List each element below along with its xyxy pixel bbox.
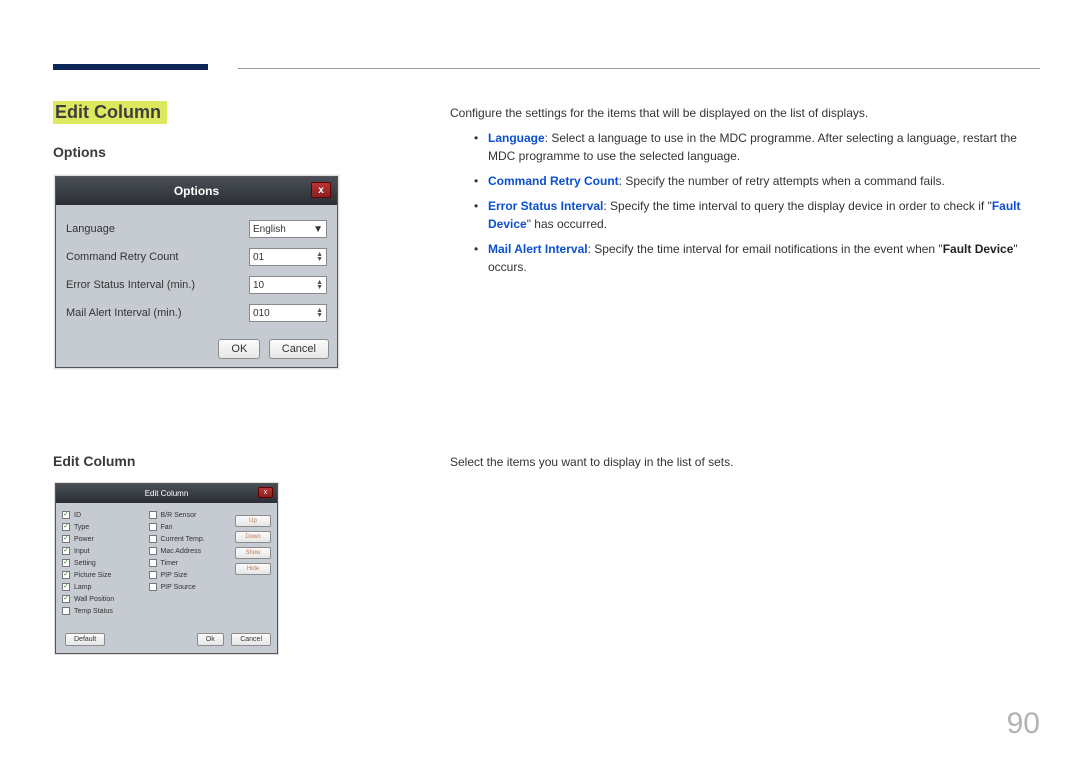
retry-count-value: 01 bbox=[253, 252, 264, 263]
item-label: Current Temp. bbox=[161, 536, 205, 543]
cancel-button[interactable]: Cancel bbox=[269, 339, 329, 359]
item-label: PIP Size bbox=[161, 572, 188, 579]
item-label: Type bbox=[74, 524, 89, 531]
desc-error-a: : Specify the time interval to query the… bbox=[603, 199, 991, 213]
fault-device-term: Fault Device bbox=[943, 242, 1014, 256]
term-mail-interval: Mail Alert Interval bbox=[488, 242, 588, 256]
desc-language: : Select a language to use in the MDC pr… bbox=[488, 131, 1017, 163]
mail-interval-value: 010 bbox=[253, 308, 270, 319]
item-label: PIP Source bbox=[161, 584, 196, 591]
bullet-language: Language: Select a language to use in th… bbox=[474, 129, 1040, 165]
term-language: Language bbox=[488, 131, 545, 145]
chevron-down-icon: ▼ bbox=[313, 224, 323, 235]
term-retry: Command Retry Count bbox=[488, 174, 619, 188]
item-label: Wall Position bbox=[74, 596, 114, 603]
section-accent-bar bbox=[53, 64, 208, 70]
language-dropdown[interactable]: English ▼ bbox=[249, 220, 327, 238]
close-icon[interactable]: x bbox=[258, 487, 273, 498]
intro-text: Configure the settings for the items tha… bbox=[450, 104, 1040, 122]
bullet-error-interval: Error Status Interval: Specify the time … bbox=[474, 197, 1040, 233]
item-label: Picture Size bbox=[74, 572, 111, 579]
item-label: Power bbox=[74, 536, 94, 543]
spinner-icon: ▲▼ bbox=[316, 252, 323, 262]
checkbox-fan[interactable] bbox=[149, 523, 157, 531]
checkbox-input[interactable] bbox=[62, 547, 70, 555]
spinner-icon: ▲▼ bbox=[316, 280, 323, 290]
options-title-label: Options bbox=[174, 184, 219, 198]
desc-error-b: " has occurred. bbox=[527, 217, 607, 231]
bullet-mail-interval: Mail Alert Interval: Specify the time in… bbox=[474, 240, 1040, 276]
checkbox-wall-position[interactable] bbox=[62, 595, 70, 603]
item-label: Fan bbox=[161, 524, 173, 531]
term-error-interval: Error Status Interval bbox=[488, 199, 603, 213]
close-icon[interactable]: x bbox=[311, 182, 331, 198]
item-label: B/R Sensor bbox=[161, 512, 197, 519]
down-button[interactable]: Down bbox=[235, 531, 271, 543]
item-label: Setting bbox=[74, 560, 96, 567]
item-label: ID bbox=[74, 512, 81, 519]
default-button[interactable]: Default bbox=[65, 633, 105, 646]
item-label: Timer bbox=[161, 560, 179, 567]
desc-retry: : Specify the number of retry attempts w… bbox=[619, 174, 945, 188]
error-interval-value: 10 bbox=[253, 280, 264, 291]
checkbox-column-2: B/R Sensor Fan Current Temp. Mac Address… bbox=[149, 509, 236, 617]
hide-button[interactable]: Hide bbox=[235, 563, 271, 575]
bullet-retry: Command Retry Count: Specify the number … bbox=[474, 172, 1040, 190]
checkbox-setting[interactable] bbox=[62, 559, 70, 567]
show-button[interactable]: Show bbox=[235, 547, 271, 559]
options-dialog-screenshot: Options x Language English ▼ Command Ret… bbox=[54, 175, 339, 369]
desc-mail-a: : Specify the time interval for email no… bbox=[588, 242, 943, 256]
item-label: Lamp bbox=[74, 584, 92, 591]
up-button[interactable]: Up bbox=[235, 515, 271, 527]
cancel-button[interactable]: Cancel bbox=[231, 633, 271, 646]
checkbox-power[interactable] bbox=[62, 535, 70, 543]
item-label: Input bbox=[74, 548, 90, 555]
checkbox-picture-size[interactable] bbox=[62, 571, 70, 579]
error-interval-label: Error Status Interval (min.) bbox=[66, 279, 249, 291]
checkbox-pip-size[interactable] bbox=[149, 571, 157, 579]
subheading-edit-column: Edit Column bbox=[53, 453, 135, 469]
retry-count-spinner[interactable]: 01 ▲▼ bbox=[249, 248, 327, 266]
language-value: English bbox=[253, 224, 286, 235]
checkbox-temp-status[interactable] bbox=[62, 607, 70, 615]
options-dialog-title: Options x bbox=[56, 177, 337, 205]
description-body: Configure the settings for the items tha… bbox=[450, 104, 1040, 283]
header-rule bbox=[238, 68, 1040, 69]
checkbox-type[interactable] bbox=[62, 523, 70, 531]
checkbox-lamp[interactable] bbox=[62, 583, 70, 591]
checkbox-id[interactable] bbox=[62, 511, 70, 519]
checkbox-timer[interactable] bbox=[149, 559, 157, 567]
checkbox-pip-source[interactable] bbox=[149, 583, 157, 591]
checkbox-mac-address[interactable] bbox=[149, 547, 157, 555]
mail-interval-label: Mail Alert Interval (min.) bbox=[66, 307, 249, 319]
ok-button[interactable]: OK bbox=[218, 339, 260, 359]
spinner-icon: ▲▼ bbox=[316, 308, 323, 318]
edit-column-title-label: Edit Column bbox=[145, 489, 189, 498]
item-label: Mac Address bbox=[161, 548, 201, 555]
checkbox-br-sensor[interactable] bbox=[149, 511, 157, 519]
edit-column-dialog-screenshot: Edit Column x ID Type Power Input Settin… bbox=[54, 482, 279, 655]
edit-column-description: Select the items you want to display in … bbox=[450, 455, 733, 469]
checkbox-current-temp[interactable] bbox=[149, 535, 157, 543]
error-interval-spinner[interactable]: 10 ▲▼ bbox=[249, 276, 327, 294]
item-label: Temp Status bbox=[74, 608, 113, 615]
ok-button[interactable]: Ok bbox=[197, 633, 224, 646]
edit-column-dialog-title: Edit Column x bbox=[56, 484, 277, 503]
page-number: 90 bbox=[1007, 707, 1040, 741]
subheading-options: Options bbox=[53, 144, 106, 160]
retry-count-label: Command Retry Count bbox=[66, 251, 249, 263]
language-label: Language bbox=[66, 223, 249, 235]
mail-interval-spinner[interactable]: 010 ▲▼ bbox=[249, 304, 327, 322]
checkbox-column-1: ID Type Power Input Setting Picture Size… bbox=[62, 509, 149, 617]
section-heading-edit-column: Edit Column bbox=[53, 101, 167, 124]
